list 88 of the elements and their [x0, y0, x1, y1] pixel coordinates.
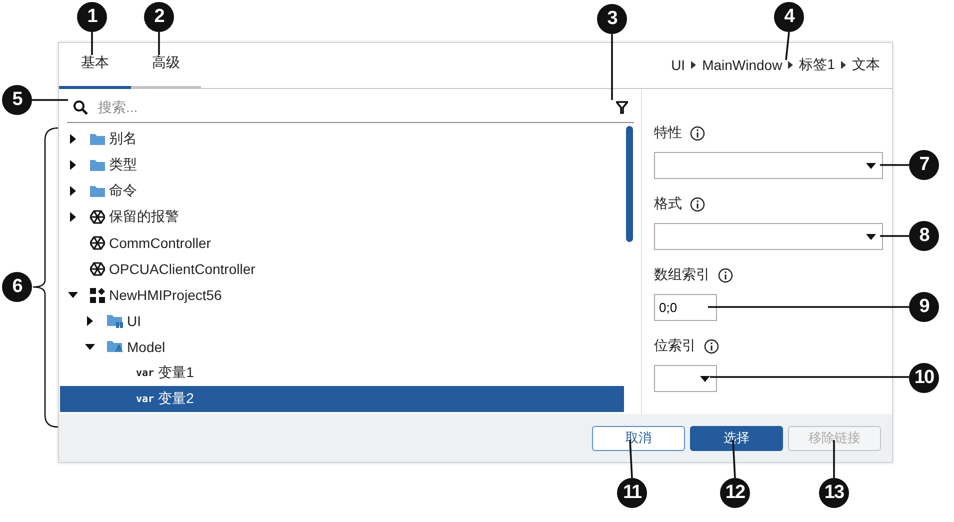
field-label: 位索引: [654, 337, 696, 355]
network-icon: [90, 210, 105, 224]
variable-tag: var: [136, 394, 154, 404]
tree-label: 变量1: [158, 364, 194, 382]
dropdown[interactable]: [654, 365, 717, 392]
leader-line: [158, 32, 160, 55]
caret-icon[interactable]: [70, 212, 76, 222]
leader-line: [785, 32, 790, 60]
callout-marker: 7: [909, 150, 939, 180]
tree-item[interactable]: CommController: [60, 230, 624, 256]
callout-marker: 5: [2, 85, 32, 115]
leader-line: [880, 235, 909, 237]
filter-icon[interactable]: [616, 100, 628, 114]
info-icon[interactable]: [718, 268, 733, 282]
breadcrumb-item[interactable]: 文本: [852, 56, 880, 74]
tree-label: 类型: [109, 156, 137, 174]
caret-icon: [700, 376, 710, 382]
caret-icon[interactable]: [85, 344, 95, 350]
callout-marker: 11: [617, 478, 647, 508]
tree-label: Model: [127, 339, 166, 355]
tree-item[interactable]: 类型: [60, 152, 624, 178]
dialog-button[interactable]: 选择: [690, 426, 783, 450]
caret-icon[interactable]: [70, 186, 76, 196]
breadcrumb-item[interactable]: 标签1: [799, 56, 835, 74]
separator-icon: [841, 61, 846, 69]
info-icon[interactable]: [690, 126, 705, 140]
search-field[interactable]: 搜索...: [96, 98, 608, 116]
leader-line: [611, 34, 613, 100]
callout-marker: 10: [909, 363, 939, 393]
caret-icon: [866, 234, 876, 240]
field-label: 数组索引: [654, 266, 710, 284]
grid-icon: [90, 288, 105, 302]
callout-marker: 4: [774, 2, 804, 32]
caret-icon[interactable]: [68, 292, 78, 298]
tree-label: CommController: [109, 235, 211, 251]
info-icon[interactable]: [690, 196, 705, 212]
info-icon[interactable]: [704, 338, 719, 354]
leader-line: [833, 440, 835, 478]
tree-item[interactable]: UI: [60, 308, 624, 334]
callout-marker: 6: [2, 272, 32, 302]
folder-icon: [107, 340, 123, 354]
caret-icon[interactable]: [70, 134, 76, 144]
tree-label: 别名: [109, 130, 137, 148]
input-field[interactable]: 0;0: [654, 294, 717, 321]
tree-item[interactable]: Model: [60, 334, 624, 360]
tree-label: NewHMIProject56: [109, 287, 222, 303]
callout-marker: 1: [77, 2, 107, 32]
tree-item[interactable]: var 变量1: [60, 360, 624, 386]
network-icon: [90, 236, 105, 250]
tree-label: 变量2: [158, 390, 194, 408]
breadcrumb-item[interactable]: MainWindow: [702, 57, 782, 73]
callout-marker: 3: [597, 4, 627, 34]
folder-icon: [107, 314, 123, 328]
tree-label: 命令: [109, 182, 137, 200]
caret-icon: [866, 162, 876, 168]
breadcrumb-item[interactable]: UI: [671, 57, 686, 73]
callout-marker: 9: [909, 292, 939, 322]
leader-line: [880, 164, 909, 166]
variable-tag: var: [136, 368, 154, 378]
tree-item[interactable]: 保留的报警: [60, 204, 624, 230]
separator-icon: [788, 61, 794, 69]
caret-icon[interactable]: [70, 160, 76, 170]
tree-label: 保留的报警: [109, 208, 179, 226]
field-label: 特性: [654, 124, 682, 142]
tree-item[interactable]: 别名: [60, 126, 624, 152]
callout-marker: 13: [819, 478, 849, 508]
tree-item[interactable]: NewHMIProject56: [60, 282, 624, 308]
callout-marker: 2: [144, 2, 174, 32]
tree-label: UI: [127, 313, 141, 329]
callout-marker: 12: [720, 478, 750, 508]
caret-icon[interactable]: [87, 316, 93, 326]
callout-marker: 8: [909, 221, 939, 251]
leader-line: [91, 32, 93, 55]
tree-item[interactable]: var 变量2: [60, 386, 624, 412]
tab[interactable]: 高级: [131, 45, 201, 89]
search-icon: [73, 100, 88, 114]
field-label: 格式: [654, 195, 682, 213]
tree-item[interactable]: OPCUAClientController: [60, 256, 624, 282]
folder-icon: [90, 133, 105, 145]
folder-icon: [90, 185, 105, 197]
separator-icon: [691, 61, 696, 69]
scrollbar[interactable]: [626, 126, 633, 242]
leader-line: [32, 99, 68, 101]
tab[interactable]: 基本: [59, 45, 131, 89]
tree-item[interactable]: 命令: [60, 178, 624, 204]
folder-icon: [90, 159, 105, 171]
network-icon: [90, 262, 105, 276]
tree-label: OPCUAClientController: [109, 261, 256, 277]
